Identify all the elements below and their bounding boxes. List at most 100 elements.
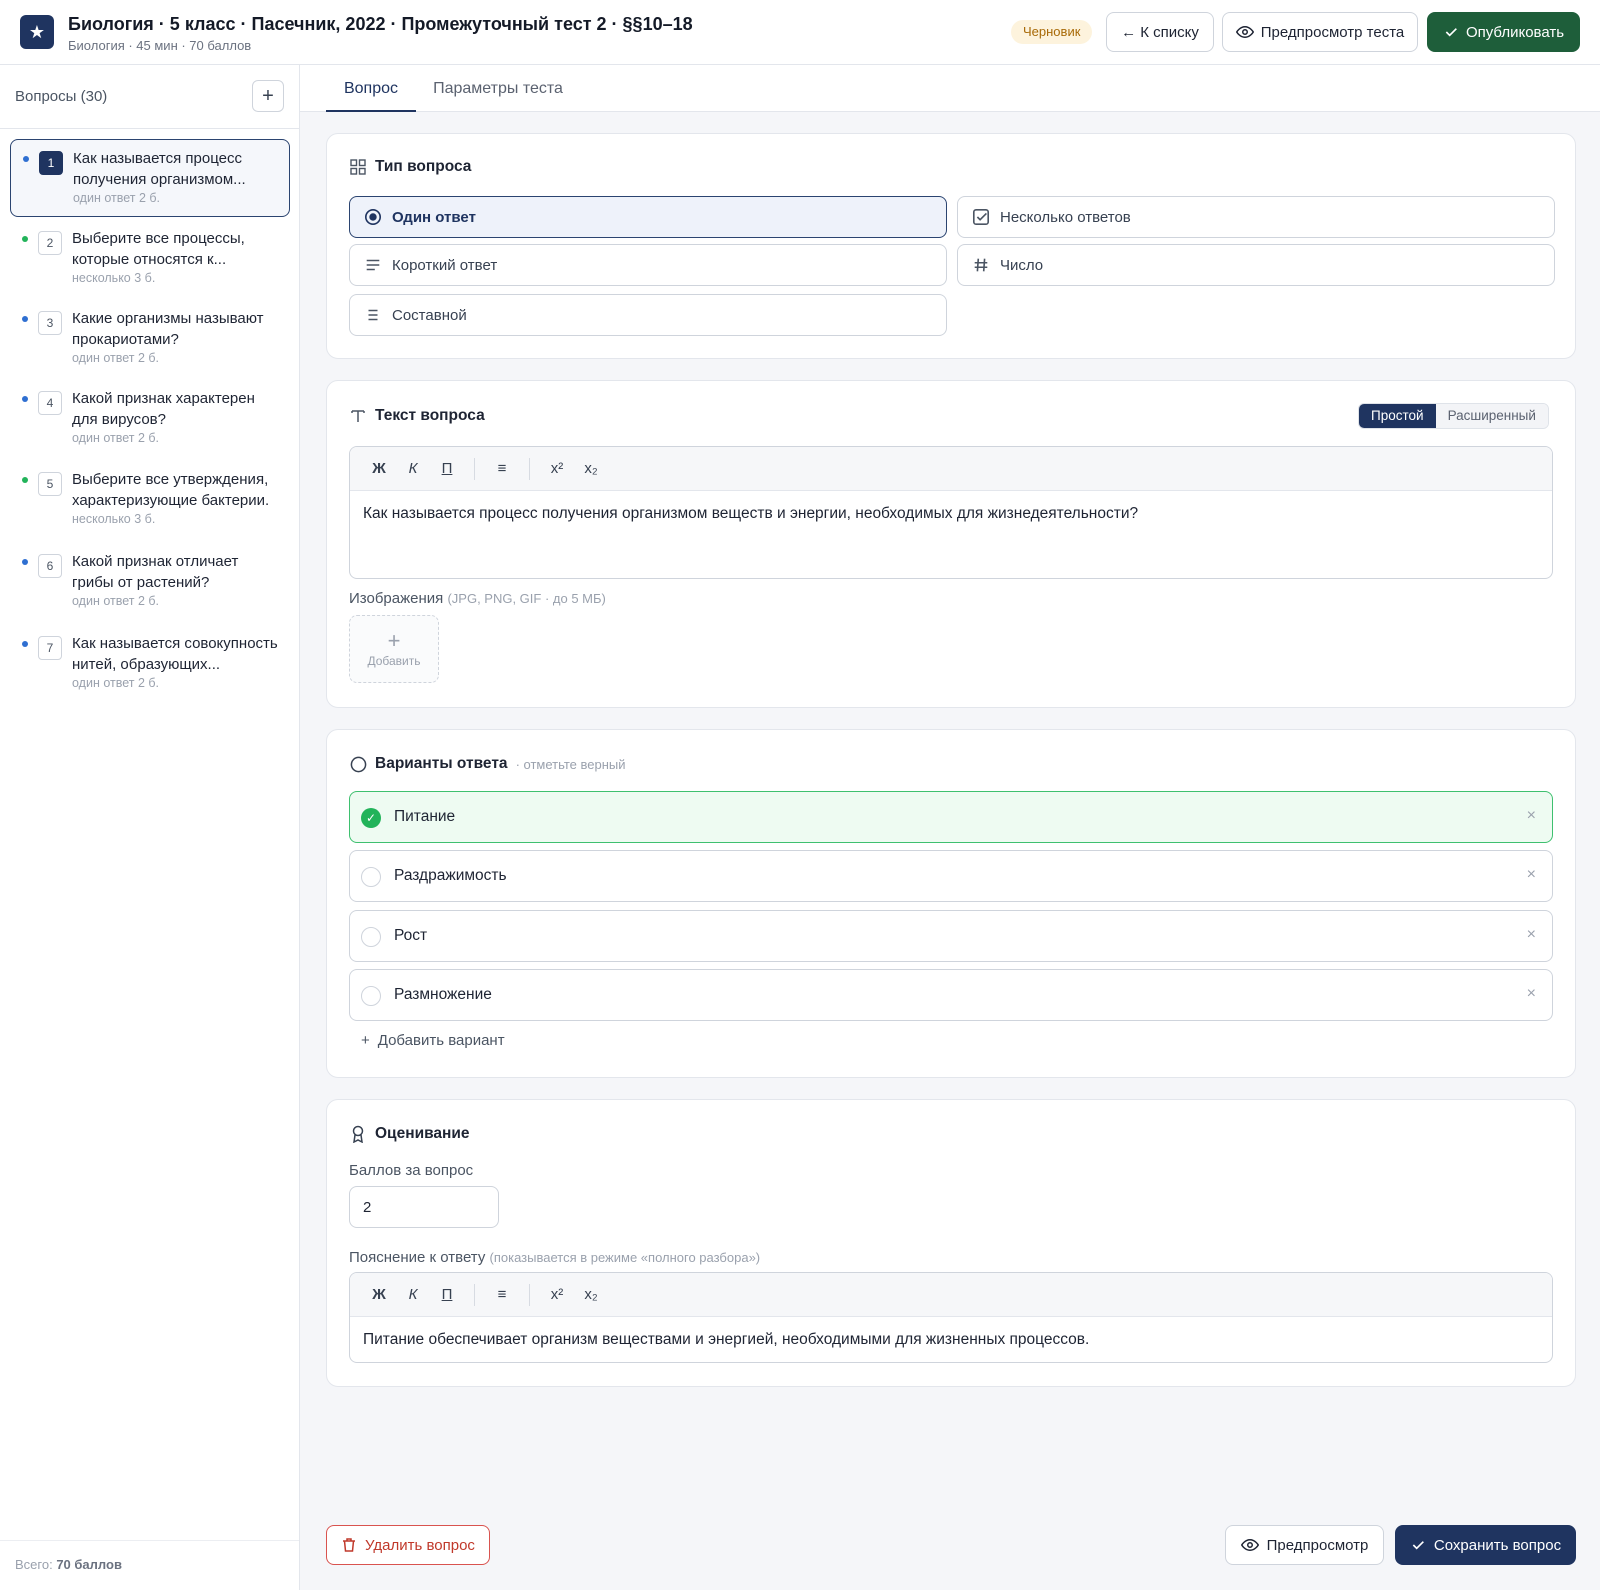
publish-label: Опубликовать (1465, 23, 1565, 41)
back-to-list-label: ← К списку (1121, 23, 1199, 41)
text-lines-icon (366, 259, 380, 271)
mode-simple-button[interactable]: Простой (1359, 404, 1436, 428)
question-number: 2 (38, 231, 62, 255)
type-composite-label: Составной (392, 306, 467, 324)
explanation-editor: Ж К П ≡ x² x₂ Питание обеспечивает орган… (349, 1272, 1553, 1363)
italic-button[interactable]: К (398, 1280, 428, 1310)
question-preview-text: Какие организмы называют прокариотами? (72, 310, 264, 348)
correct-check-icon[interactable]: ✓ (361, 808, 381, 828)
publish-button[interactable]: Опубликовать (1427, 12, 1580, 52)
question-list-item[interactable]: 1 Как называется процесс получения орган… (10, 139, 290, 217)
question-list-item[interactable]: 3 Какие организмы называют прокариотами?… (10, 300, 290, 378)
add-image-button[interactable]: + Добавить (349, 615, 439, 683)
checkbox-icon (972, 208, 990, 226)
question-list-item[interactable]: 4 Какой признак характерен для вирусов? … (10, 380, 290, 458)
question-list-item[interactable]: 6 Какой признак отличает грибы от растен… (10, 543, 290, 621)
editor-tabs: Вопрос Параметры теста (300, 65, 1600, 112)
tab-test-settings[interactable]: Параметры теста (428, 65, 568, 112)
radio-target-icon (364, 208, 382, 226)
underline-button[interactable]: П (432, 1280, 462, 1310)
answers-card: Варианты ответа · отметьте верный ✓ Пита… (326, 729, 1576, 1078)
points-label: Баллов за вопрос (349, 1162, 474, 1179)
answer-option-correct[interactable]: ✓ Питание × (349, 791, 1553, 843)
list-button[interactable]: ≡ (487, 454, 517, 484)
type-multiple-answers-button[interactable]: Несколько ответов (957, 196, 1555, 238)
bold-button[interactable]: Ж (364, 454, 394, 484)
answer-option[interactable]: Размножение × (349, 969, 1553, 1021)
radio-button[interactable] (361, 986, 381, 1006)
status-dot (22, 477, 28, 483)
status-dot (22, 316, 28, 322)
answer-text[interactable]: Питание (394, 808, 455, 826)
question-list-item[interactable]: 7 Как называется совокупность нитей, обр… (10, 625, 290, 703)
mode-advanced-button[interactable]: Расширенный (1435, 404, 1548, 428)
type-short-answer-button[interactable]: Короткий ответ (349, 244, 947, 286)
question-list-item[interactable]: 5 Выберите все утверждения, характеризую… (10, 461, 290, 539)
add-variant-button[interactable]: + Добавить вариант (361, 1032, 505, 1049)
tab-question[interactable]: Вопрос (326, 65, 416, 112)
save-question-button[interactable]: Сохранить вопрос (1395, 1525, 1576, 1565)
question-list-item[interactable]: 2 Выберите все процессы, которые относят… (10, 220, 290, 298)
remove-answer-icon[interactable]: × (1527, 807, 1536, 825)
eye-icon (1240, 1538, 1259, 1552)
answer-text[interactable]: Раздражимость (394, 867, 507, 885)
status-dot (22, 396, 28, 402)
question-preview-text: Как называется совокупность нитей, образ… (72, 635, 278, 673)
superscript-button[interactable]: x² (542, 1280, 572, 1310)
type-number-label: Число (1000, 256, 1044, 274)
add-question-button[interactable]: + (252, 80, 284, 112)
question-meta: один ответ 2 б. (72, 676, 160, 690)
text-type-icon (349, 407, 367, 425)
status-dot (22, 236, 28, 242)
subscript-button[interactable]: x₂ (576, 454, 606, 484)
question-meta: один ответ 2 б. (72, 594, 160, 608)
answers-title: Варианты ответа (375, 755, 508, 772)
explanation-body[interactable]: Питание обеспечивает организм веществами… (350, 1317, 1552, 1362)
editor-toolbar: Ж К П ≡ x² x₂ (350, 1273, 1552, 1317)
status-badge: Черновик (1011, 20, 1093, 44)
question-meta: один ответ 2 б. (73, 191, 161, 205)
remove-answer-icon[interactable]: × (1527, 926, 1536, 944)
explanation-label-text: Пояснение к ответу (349, 1249, 486, 1266)
type-single-answer-button[interactable]: Один ответ (349, 196, 947, 238)
type-number-button[interactable]: Число (957, 244, 1555, 286)
question-meta: один ответ 2 б. (72, 351, 160, 365)
answer-text[interactable]: Рост (394, 927, 427, 945)
delete-question-label: Удалить вопрос (365, 1536, 475, 1554)
bold-button[interactable]: Ж (364, 1280, 394, 1310)
question-text-body[interactable]: Как называется процесс получения организ… (350, 491, 1552, 537)
status-dot (22, 559, 28, 565)
answer-option[interactable]: Раздражимость × (349, 850, 1553, 902)
list-icon (368, 309, 378, 321)
back-to-list-button[interactable]: ← К списку (1106, 12, 1214, 52)
remove-answer-icon[interactable]: × (1527, 985, 1536, 1003)
question-text-heading: Текст вопроса (349, 407, 485, 425)
radio-button[interactable] (361, 927, 381, 947)
app-header: ★ Биология · 5 класс · Пасечник, 2022 · … (0, 0, 1600, 65)
hash-icon (974, 258, 988, 272)
subscript-button[interactable]: x₂ (576, 1280, 606, 1310)
editor-mode-toggle: Простой Расширенный (1358, 403, 1549, 429)
list-button[interactable]: ≡ (487, 1280, 517, 1310)
underline-button[interactable]: П (432, 454, 462, 484)
remove-answer-icon[interactable]: × (1527, 866, 1536, 884)
question-meta: несколько 3 б. (72, 271, 156, 285)
radio-button[interactable] (361, 867, 381, 887)
type-composite-button[interactable]: Составной (349, 294, 947, 336)
delete-question-button[interactable]: Удалить вопрос (326, 1525, 490, 1565)
answer-text[interactable]: Размножение (394, 986, 492, 1004)
question-type-title: Тип вопроса (375, 158, 472, 175)
images-label: Изображения (JPG, PNG, GIF · до 5 МБ) (349, 590, 606, 607)
question-meta: несколько 3 б. (72, 512, 156, 526)
superscript-button[interactable]: x² (542, 454, 572, 484)
grading-heading: Оценивание (349, 1125, 470, 1143)
question-number: 1 (39, 151, 63, 175)
italic-button[interactable]: К (398, 454, 428, 484)
questions-count-title: Вопросы (30) (15, 88, 108, 105)
preview-question-label: Предпросмотр (1266, 1536, 1369, 1554)
check-icon (1412, 1541, 1424, 1550)
answer-option[interactable]: Рост × (349, 910, 1553, 962)
points-input[interactable] (349, 1186, 499, 1228)
preview-test-button[interactable]: Предпросмотр теста (1222, 12, 1418, 52)
preview-question-button[interactable]: Предпросмотр (1225, 1525, 1384, 1565)
